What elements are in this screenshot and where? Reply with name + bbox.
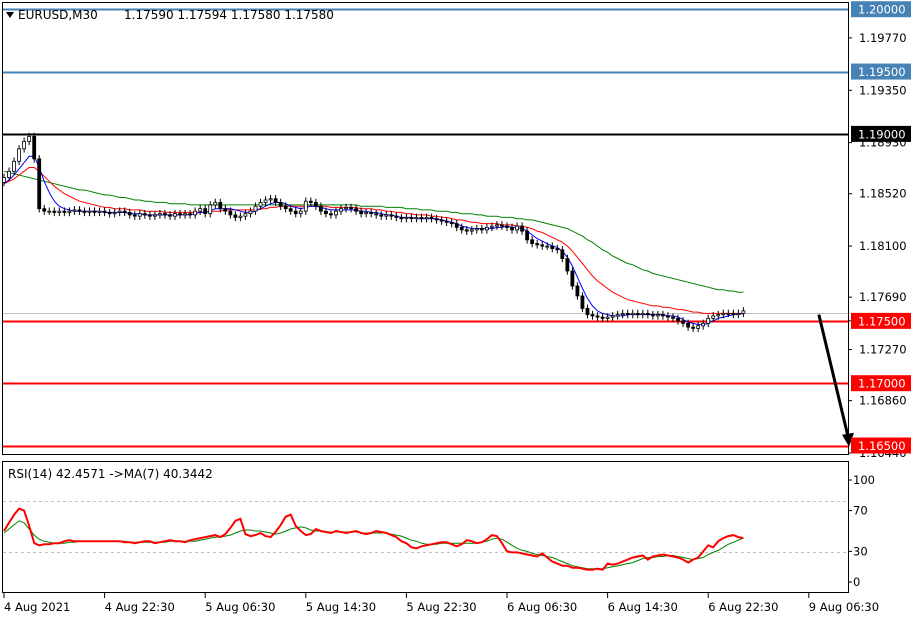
level-price-label: 1.19500 (858, 65, 906, 79)
chart-canvas: 1.197701.193501.189301.185201.181001.176… (2, 1, 911, 614)
rsi-tick-label: 100 (853, 473, 875, 487)
price-tick-label: 1.19770 (859, 31, 907, 45)
level-price-label: 1.19000 (858, 127, 906, 141)
rsi-tick-label: 30 (853, 544, 868, 558)
time-tick-label: 5 Aug 14:30 (306, 600, 376, 614)
rsi-panel-frame (2, 461, 849, 593)
time-tick-label: 6 Aug 14:30 (608, 600, 678, 614)
candle (32, 132, 37, 163)
rsi-tick-label: 70 (853, 504, 868, 518)
time-tick-label: 9 Aug 06:30 (809, 600, 879, 614)
rsi-indicator-label: RSI(14) 42.4571 ->MA(7) 40.3442 (8, 467, 213, 481)
time-tick-label: 5 Aug 06:30 (205, 600, 275, 614)
level-price-label: 1.16500 (858, 439, 906, 453)
price-tick-label: 1.19350 (859, 83, 907, 97)
rsi-tick-label: 0 (853, 575, 860, 589)
level-price-label: 1.20000 (858, 3, 906, 17)
price-tick-label: 1.17270 (859, 343, 907, 357)
time-tick-label: 5 Aug 22:30 (406, 600, 476, 614)
price-tick-label: 1.18520 (859, 187, 907, 201)
price-tick-label: 1.16860 (859, 394, 907, 408)
price-tick-label: 1.18100 (859, 239, 907, 253)
rsi-axis: 100 70 30 0 (848, 473, 875, 589)
price-chart-frame (2, 2, 849, 455)
level-price-label: 1.17000 (858, 377, 906, 391)
price-axis: 1.197701.193501.189301.185201.181001.176… (848, 1, 911, 460)
time-tick-label: 6 Aug 06:30 (507, 600, 577, 614)
candle (570, 267, 575, 290)
symbol-timeframe: EURUSD,M30 (18, 8, 98, 22)
time-axis: 4 Aug 2021 4 Aug 22:30 5 Aug 06:30 5 Aug 14… (3, 593, 879, 614)
price-tick-label: 1.17690 (859, 290, 907, 304)
level-price-label: 1.17500 (858, 314, 906, 328)
time-tick-label: 4 Aug 2021 (4, 600, 70, 614)
time-tick-label: 4 Aug 22:30 (105, 600, 175, 614)
time-tick-label: 6 Aug 22:30 (708, 600, 778, 614)
candle (37, 155, 42, 213)
ohlc-values: 1.17590 1.17594 1.17580 1.17580 (124, 8, 334, 22)
